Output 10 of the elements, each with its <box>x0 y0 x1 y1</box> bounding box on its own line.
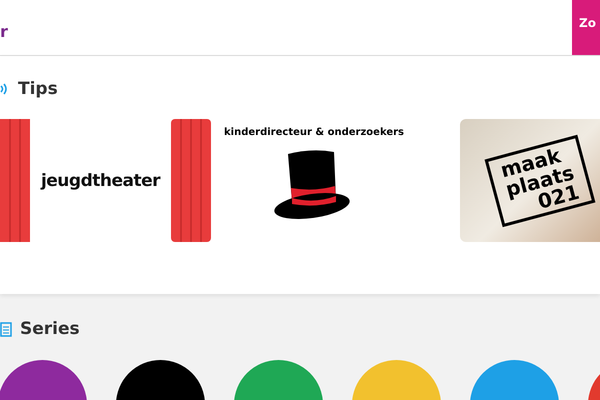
book-icon <box>0 321 12 337</box>
sound-icon <box>0 81 10 97</box>
search-button[interactable]: Zo <box>572 0 600 55</box>
tile-title: kinderdirecteur & onderzoekers <box>224 127 404 138</box>
site-title: r <box>0 22 8 41</box>
tile-title: jeugdtheater <box>40 170 160 190</box>
theater-tile[interactable]: jeugdtheater <box>0 119 211 242</box>
section-title: Series <box>20 319 80 339</box>
workshop-tile[interactable]: maak plaats 021 <box>460 119 600 242</box>
section-title: Tips <box>18 79 58 99</box>
